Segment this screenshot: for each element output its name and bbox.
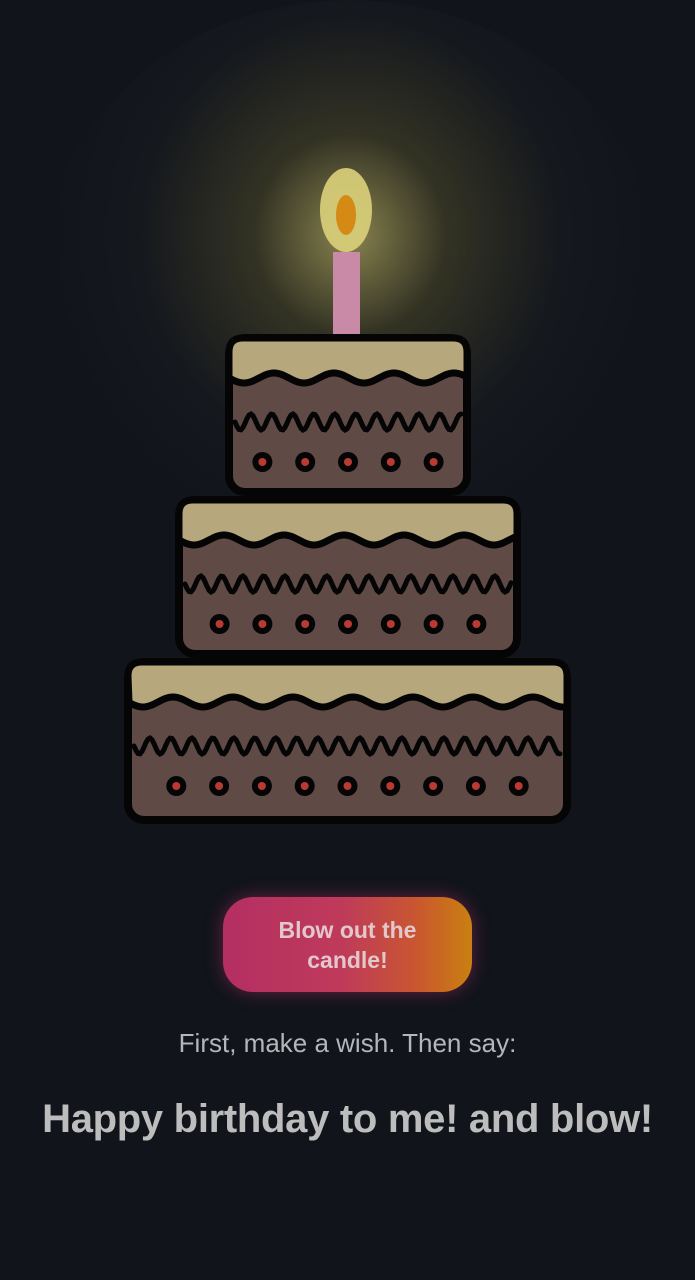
cake-dot-center [258,458,267,466]
cake-dot-center [215,620,224,628]
cake-tiers [124,334,571,824]
wish-hint: First, make a wish. Then say: [178,1028,517,1058]
cake-dot-center [386,620,395,628]
cake-dot-center [258,620,267,628]
cake-tier-icing [175,496,521,549]
cake-dot-center [471,782,480,790]
cake-dot-center [172,782,181,790]
cake-dot-center [344,620,352,628]
cake-dot-center [301,458,310,466]
cake-dot-center [429,458,438,466]
cake-dot-center [514,782,523,790]
cake-tier-top [225,334,471,496]
cake-dot-center [300,782,309,790]
cake-dot-center [344,458,352,466]
cake-dot-center [429,782,438,790]
birthday-cake [124,168,571,824]
cake-dot-center [257,782,266,790]
cake-dot-center [386,458,395,466]
cake-dot-center [215,782,224,790]
cake-dot-center [429,620,438,628]
flame-core [336,195,356,235]
cake-tier-bottom [124,658,571,824]
cake-dot-center [386,782,395,790]
birthday-phrase: Happy birthday to me! and blow! [42,1097,653,1141]
cake-dot-center [472,620,481,628]
cake-dot-center [343,782,352,790]
blow-out-candle-button[interactable]: Blow out the candle! [223,897,472,992]
cake-tier-middle [175,496,521,658]
cake-dot-center [301,620,310,628]
cake-tier-icing [124,658,571,711]
candle [320,168,372,360]
cake-tier-icing [225,334,471,387]
